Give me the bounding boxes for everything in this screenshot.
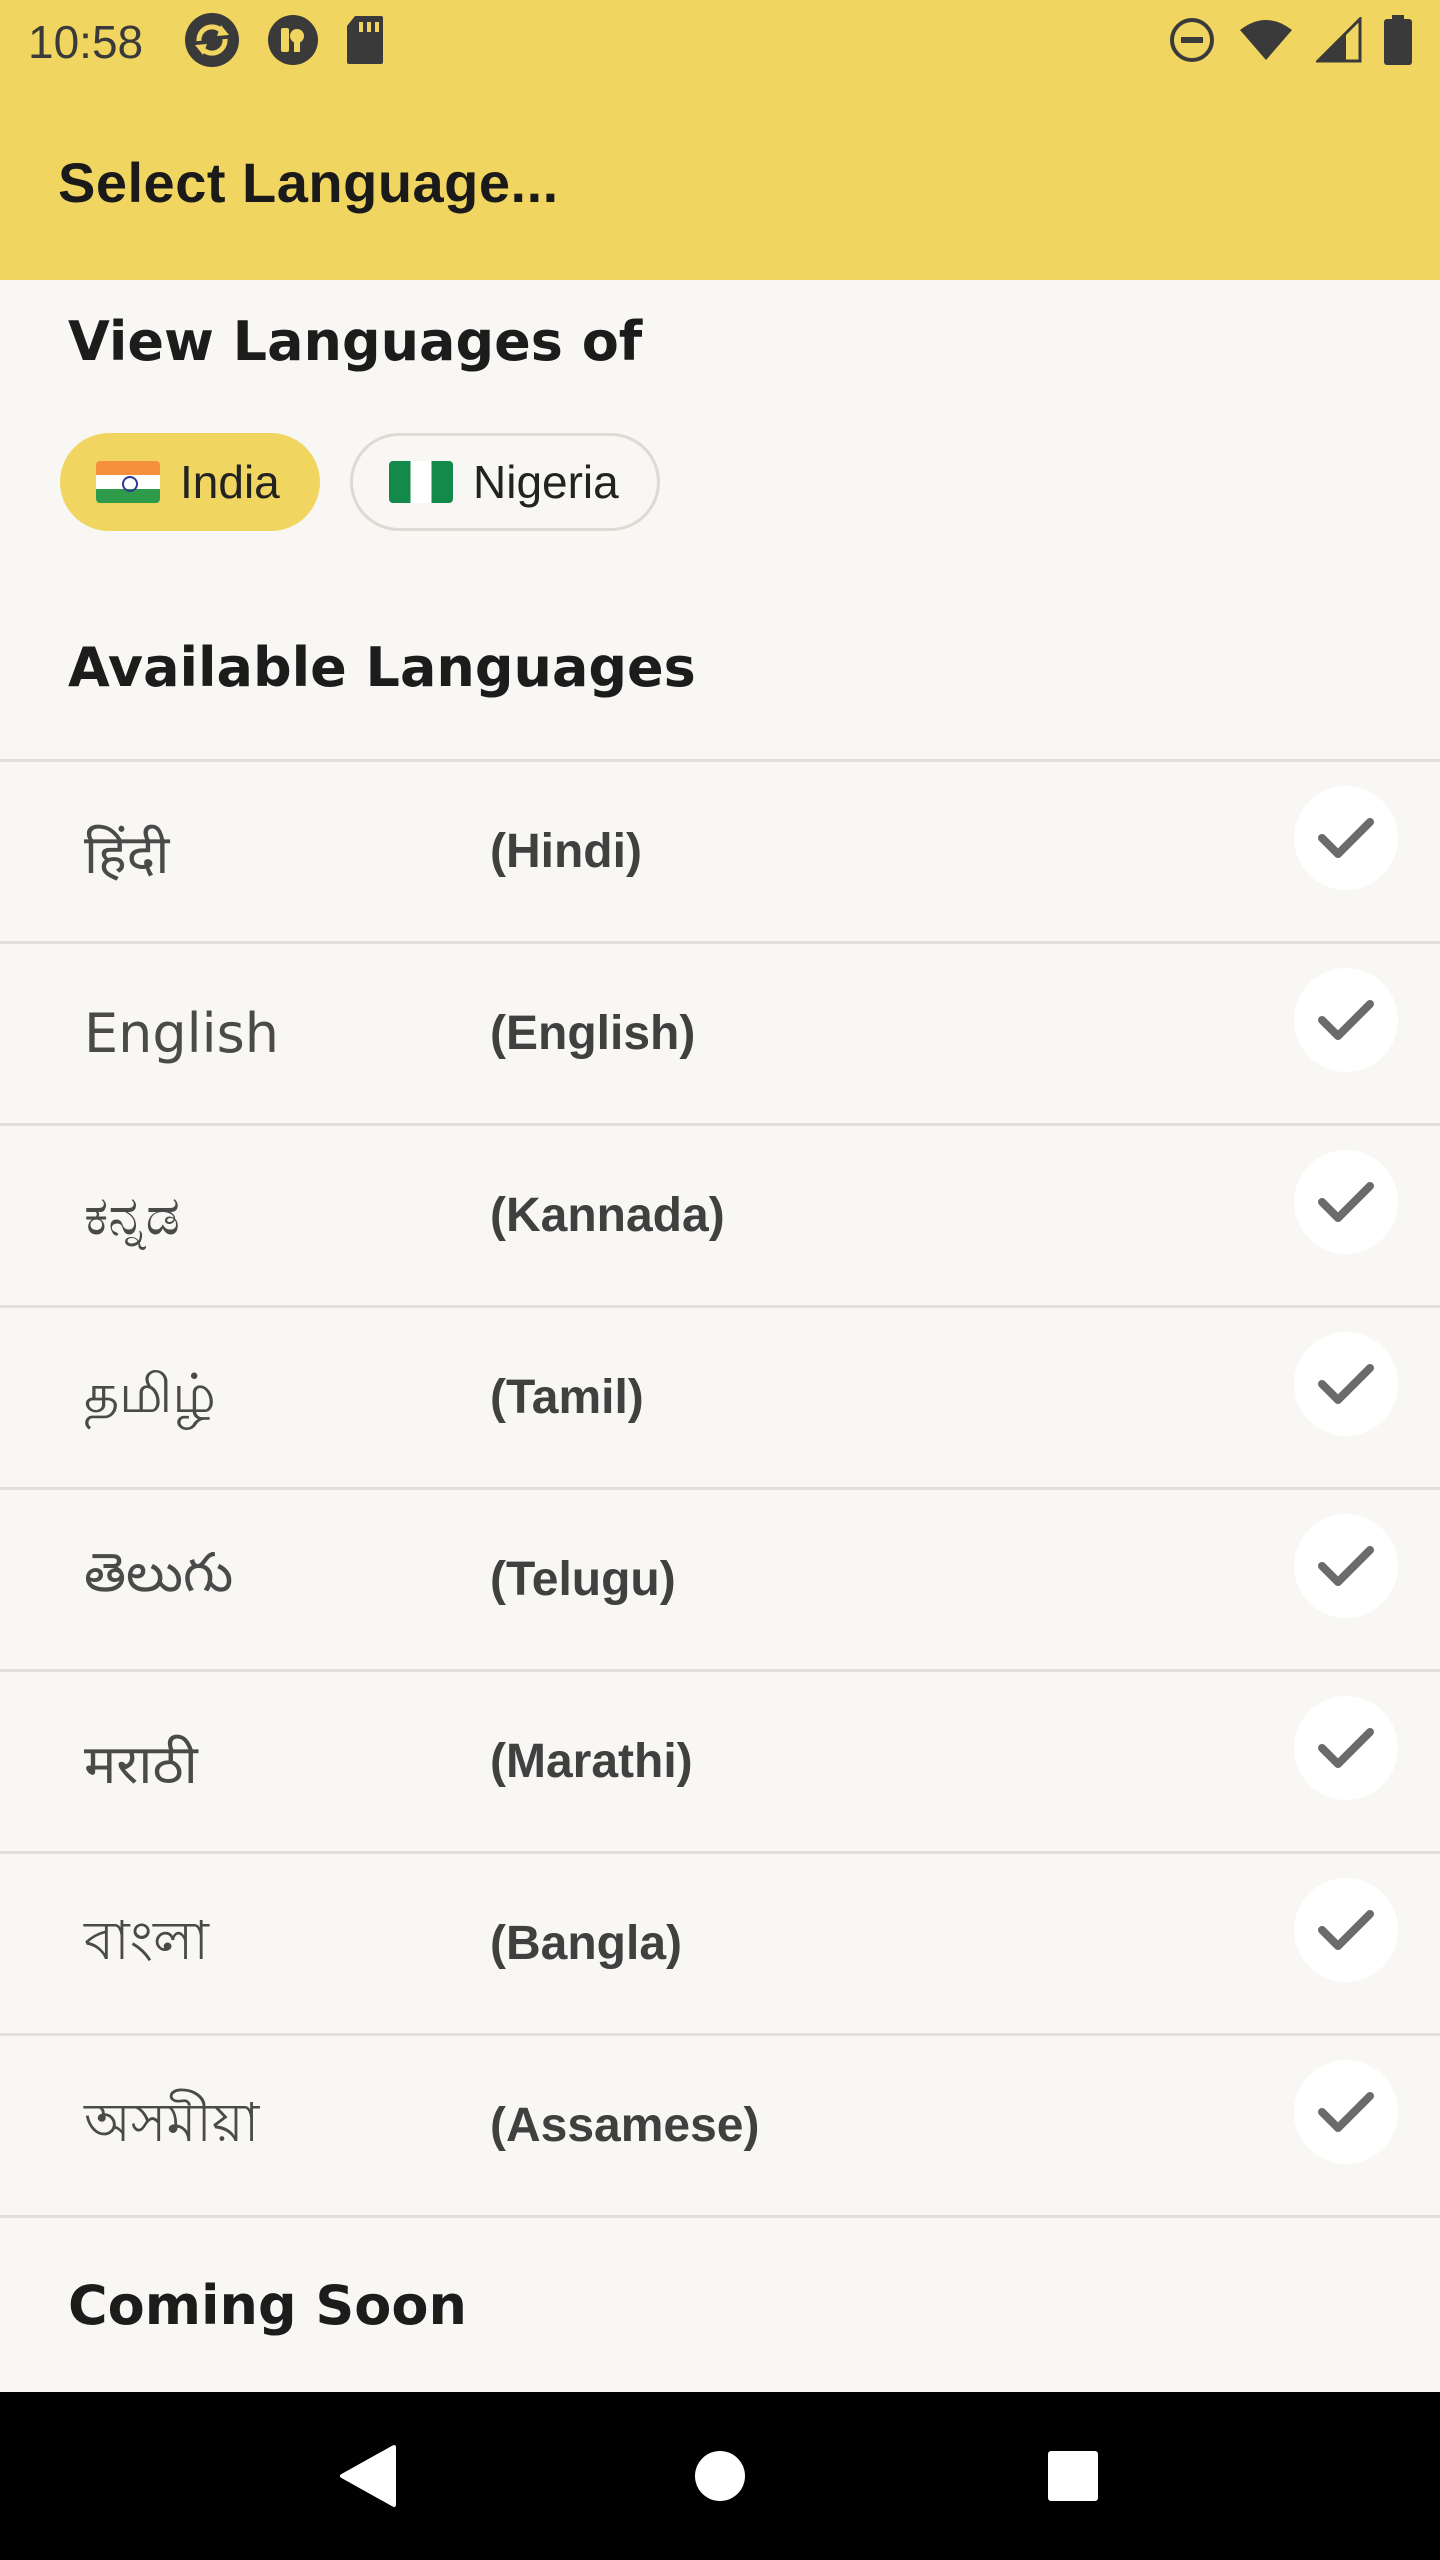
country-section-heading: View Languages of [68, 310, 643, 373]
language-native-name: বাংলা [84, 1908, 209, 1972]
language-native-name: हिंदी [84, 822, 170, 886]
check-icon[interactable] [1294, 1150, 1398, 1254]
page-title: Select Language... [58, 150, 559, 214]
chip-nigeria-label: Nigeria [473, 456, 619, 508]
language-english-name: (Telugu) [490, 1553, 676, 1606]
signal-icon [1314, 15, 1362, 67]
language-english-name: (Hindi) [490, 825, 642, 878]
battery-icon [1384, 15, 1412, 69]
app-badge-icon [267, 14, 319, 70]
available-languages-heading: Available Languages [68, 636, 696, 699]
language-row-tamil[interactable]: தமிழ் (Tamil) [0, 1308, 1440, 1487]
language-english-name: (Kannada) [490, 1189, 725, 1242]
language-select-screen: 10:58 Select Language... View Languages … [0, 0, 1440, 2560]
language-row-english[interactable]: English (English) [0, 944, 1440, 1123]
language-native-name: తెలుగు [84, 1541, 234, 1604]
status-bar: 10:58 [0, 0, 1440, 84]
language-native-name: தமிழ் [84, 1362, 216, 1425]
chip-india[interactable]: India [60, 433, 320, 531]
check-icon[interactable] [1294, 786, 1398, 890]
check-icon[interactable] [1294, 1696, 1398, 1800]
status-right [1168, 15, 1412, 69]
status-time: 10:58 [28, 16, 144, 68]
home-icon[interactable] [665, 2421, 775, 2531]
india-flag-icon [96, 461, 160, 503]
language-english-name: (Tamil) [490, 1371, 644, 1424]
nigeria-flag-icon [389, 461, 453, 503]
language-english-name: (Bangla) [490, 1917, 682, 1970]
language-english-name: (English) [490, 1007, 696, 1060]
divider [0, 2215, 1440, 2218]
language-row-telugu[interactable]: తెలుగు (Telugu) [0, 1490, 1440, 1669]
chip-india-label: India [180, 456, 280, 508]
status-left: 10:58 [28, 11, 385, 73]
app-bar: Select Language... [0, 84, 1440, 280]
check-icon[interactable] [1294, 2060, 1398, 2164]
do-not-disturb-icon [1168, 16, 1216, 68]
language-row-assamese[interactable]: অসমীয়া (Assamese) [0, 2036, 1440, 2215]
sd-card-icon [345, 14, 385, 70]
language-row-bangla[interactable]: বাংলা (Bangla) [0, 1854, 1440, 2033]
check-icon[interactable] [1294, 1332, 1398, 1436]
language-native-name: অসমীয়া [84, 2090, 260, 2154]
language-row-kannada[interactable]: ಕನ್ನಡ (Kannada) [0, 1126, 1440, 1305]
language-native-name: मराठी [84, 1732, 198, 1796]
wifi-icon [1238, 18, 1294, 66]
chip-nigeria[interactable]: Nigeria [350, 433, 660, 531]
language-list: हिंदी (Hindi) English (English) ಕನ್ನಡ (K… [0, 759, 1440, 2218]
country-chips: India Nigeria [60, 433, 660, 531]
recents-icon[interactable] [1018, 2421, 1128, 2531]
language-row-marathi[interactable]: मराठी (Marathi) [0, 1672, 1440, 1851]
back-icon[interactable] [312, 2421, 422, 2531]
check-icon[interactable] [1294, 1514, 1398, 1618]
sync-icon [183, 11, 241, 73]
language-row-hindi[interactable]: हिंदी (Hindi) [0, 762, 1440, 941]
check-icon[interactable] [1294, 1878, 1398, 1982]
language-native-name: English [84, 1002, 279, 1065]
system-nav-bar [0, 2392, 1440, 2560]
coming-soon-heading: Coming Soon [68, 2274, 467, 2337]
language-english-name: (Assamese) [490, 2099, 760, 2152]
check-icon[interactable] [1294, 968, 1398, 1072]
language-native-name: ಕನ್ನಡ [84, 1183, 181, 1247]
language-english-name: (Marathi) [490, 1735, 693, 1788]
